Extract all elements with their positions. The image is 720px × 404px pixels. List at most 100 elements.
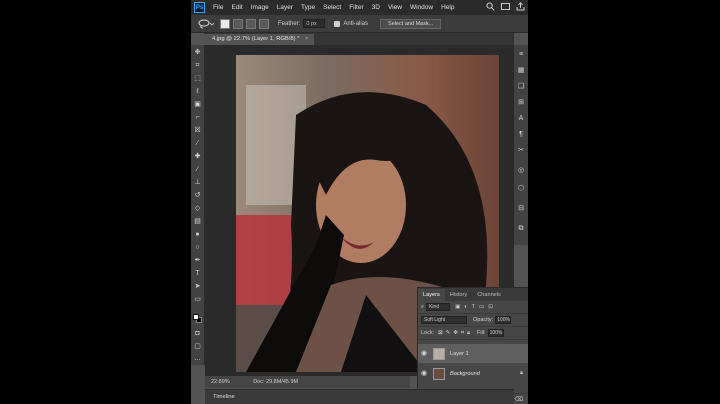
- intersect-selection-button[interactable]: [259, 18, 269, 29]
- share-icon[interactable]: [516, 2, 525, 11]
- workspace-icon[interactable]: [501, 2, 510, 11]
- layer-name: Layer 1: [450, 350, 469, 357]
- blur-icon[interactable]: ●: [194, 231, 201, 238]
- layer-filter-row: ⌕ Kind ▣ ◐ T ▭ ⊡: [418, 301, 528, 314]
- menu-type[interactable]: Type: [297, 0, 319, 15]
- menu-layer[interactable]: Layer: [273, 0, 297, 15]
- menu-help[interactable]: Help: [437, 0, 458, 15]
- lasso-icon[interactable]: ℓ: [194, 88, 201, 95]
- select-and-mask-button[interactable]: Select and Mask...: [380, 18, 442, 29]
- doc-size: Doc: 29.8M/45.9M: [253, 379, 299, 385]
- lock-image-icon[interactable]: ✎: [446, 330, 451, 336]
- layer-row-background[interactable]: ◉ Background 🔒︎: [418, 364, 528, 383]
- artboard-icon[interactable]: ⌗: [194, 62, 201, 69]
- menu-file[interactable]: File: [209, 0, 227, 15]
- document-tab[interactable]: 4.jpg @ 22.7% (Layer 1, RGB/8) * ×: [204, 34, 315, 45]
- trash-icon[interactable]: ⌫: [515, 396, 523, 403]
- layer-comps-icon[interactable]: ⧉: [517, 225, 525, 233]
- menu-filter[interactable]: Filter: [345, 0, 367, 15]
- tab-channels[interactable]: Channels: [472, 289, 506, 301]
- paragraph-icon[interactable]: ¶: [517, 131, 525, 139]
- lock-artboard-icon[interactable]: ⌗: [461, 330, 464, 337]
- antialias-checkbox[interactable]: [334, 20, 341, 27]
- layers-panel: Layers History Channels ⌕ Kind ▣ ◐ T ▭ ⊡…: [417, 287, 528, 404]
- opacity-label: Opacity:: [473, 317, 494, 323]
- layer-row-layer-1[interactable]: ◉ Layer 1: [418, 344, 528, 363]
- marquee-icon[interactable]: ⬚: [194, 75, 201, 82]
- brushes-icon[interactable]: ✂: [517, 147, 525, 155]
- photoshop-window: Ps File Edit Image Layer Type Select Fil…: [191, 0, 528, 404]
- lock-all-icon[interactable]: 🔒︎: [467, 330, 470, 337]
- photoshop-logo: Ps: [194, 2, 205, 13]
- eye-icon[interactable]: ◉: [421, 370, 429, 378]
- adjustments-icon[interactable]: ≡: [517, 51, 525, 59]
- history-brush-icon[interactable]: ↺: [194, 192, 201, 199]
- stamp-icon[interactable]: ⊥: [194, 179, 201, 186]
- timeline-tab[interactable]: Timeline: [213, 394, 235, 400]
- crop-icon[interactable]: ⌐: [194, 114, 201, 121]
- pen-icon[interactable]: ✒: [194, 257, 201, 264]
- swatches-icon[interactable]: ⊞: [517, 99, 525, 107]
- lock-transparent-icon[interactable]: ⊠: [438, 330, 443, 336]
- opacity-input[interactable]: 100%: [495, 316, 512, 324]
- filter-shape-icon[interactable]: ▭: [479, 304, 484, 310]
- dodge-icon[interactable]: ○: [194, 244, 201, 251]
- rectangle-icon[interactable]: ▭: [194, 296, 201, 303]
- blend-mode-select[interactable]: Soft Light: [421, 316, 467, 324]
- tab-layers[interactable]: Layers: [418, 289, 445, 301]
- menu-window[interactable]: Window: [406, 0, 437, 15]
- lock-icon: 🔒︎: [520, 370, 523, 376]
- eye-icon[interactable]: ◉: [421, 350, 429, 358]
- zoom-level[interactable]: 22.89%: [211, 379, 230, 385]
- eyedropper-icon[interactable]: ⁄: [194, 140, 201, 147]
- eraser-icon[interactable]: ◇: [194, 205, 201, 212]
- lasso-icon[interactable]: [195, 17, 217, 30]
- layer-kind-select[interactable]: Kind: [426, 303, 451, 311]
- type-panel-icon[interactable]: A: [517, 115, 525, 123]
- libraries-icon[interactable]: ❏: [517, 83, 525, 91]
- filter-type-icon[interactable]: T: [472, 304, 475, 310]
- menu-bar: Ps File Edit Image Layer Type Select Fil…: [191, 0, 528, 15]
- layer-name: Background: [450, 370, 480, 377]
- object-select-icon[interactable]: ▣: [194, 101, 201, 108]
- type-icon[interactable]: T: [194, 270, 201, 277]
- filter-adjustment-icon[interactable]: ◐: [464, 304, 467, 310]
- filter-smart-icon[interactable]: ⊡: [488, 304, 493, 310]
- filter-pixel-icon[interactable]: ▣: [455, 304, 460, 310]
- more-tools-icon[interactable]: …: [194, 355, 201, 362]
- blend-row: Soft Light Opacity: 100%: [418, 314, 528, 327]
- 3d-icon[interactable]: ⬡: [517, 185, 525, 193]
- screen-mode-icon[interactable]: ▢: [194, 343, 201, 350]
- move-icon[interactable]: ✥: [194, 49, 201, 56]
- close-icon[interactable]: ×: [305, 36, 308, 42]
- history-icon[interactable]: ⊟: [517, 205, 525, 213]
- healing-icon[interactable]: ✚: [194, 153, 201, 160]
- menu-image[interactable]: Image: [247, 0, 273, 15]
- path-select-icon[interactable]: ➤: [194, 283, 201, 290]
- tools-panel: ✥ ⌗ ⬚ ℓ ▣ ⌐ ☒ ⁄ ✚ ∕ ⊥ ↺ ◇ ▤ ● ○ ✒ T ➤ ▭ …: [191, 45, 205, 365]
- search-icon[interactable]: [486, 2, 495, 11]
- document-tab-title: 4.jpg @ 22.7% (Layer 1, RGB/8) *: [212, 36, 300, 42]
- menubar-right-icons: [486, 2, 525, 11]
- clone-source-icon[interactable]: ◎: [517, 167, 525, 175]
- quick-mask-icon[interactable]: ◘: [194, 330, 201, 337]
- gradient-icon[interactable]: ▤: [194, 218, 201, 225]
- foreground-color-swatch[interactable]: [193, 314, 199, 320]
- menu-edit[interactable]: Edit: [227, 0, 246, 15]
- tab-history[interactable]: History: [445, 289, 472, 301]
- brush-icon[interactable]: ∕: [194, 166, 201, 173]
- subtract-from-selection-button[interactable]: [246, 18, 256, 29]
- antialias-label: Anti-alias: [343, 20, 369, 27]
- layer-thumbnail: [433, 347, 445, 360]
- menu-3d[interactable]: 3D: [368, 0, 384, 15]
- feather-input[interactable]: 0 px: [303, 19, 326, 28]
- lock-label: Lock:: [421, 330, 435, 336]
- frame-icon[interactable]: ☒: [194, 127, 201, 134]
- add-to-selection-button[interactable]: [233, 18, 243, 29]
- menu-select[interactable]: Select: [319, 0, 345, 15]
- menu-view[interactable]: View: [384, 0, 406, 15]
- properties-icon[interactable]: ▦: [517, 67, 525, 75]
- fill-input[interactable]: 100%: [487, 329, 504, 337]
- lock-position-icon[interactable]: ✥: [453, 330, 458, 336]
- new-selection-button[interactable]: [220, 18, 230, 29]
